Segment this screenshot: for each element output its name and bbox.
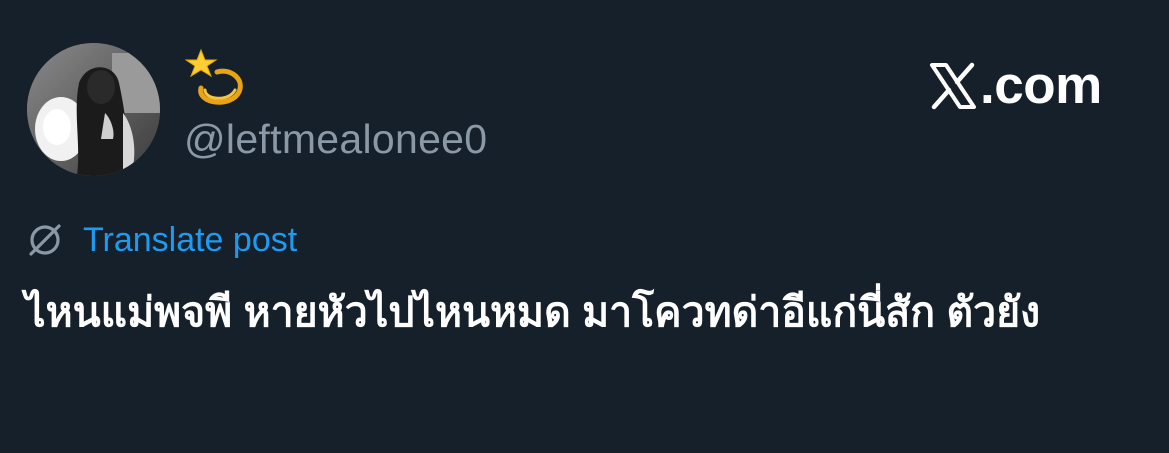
x-logo-icon xyxy=(928,61,978,111)
translate-post-label: Translate post xyxy=(83,221,298,259)
globe-icon xyxy=(25,220,65,260)
post-text: ไหนแม่พจพี หายหัวไปไหนหมด มาโควทด่าอีแก่… xyxy=(25,289,1041,335)
brand-domain-text: .com xyxy=(980,56,1102,115)
avatar[interactable] xyxy=(27,43,160,176)
x-com-logo: .com xyxy=(928,58,1102,114)
user-handle[interactable]: @leftmealonee0 xyxy=(184,114,487,164)
translate-post-link[interactable]: Translate post xyxy=(25,219,297,261)
dizzy-icon xyxy=(185,48,247,110)
